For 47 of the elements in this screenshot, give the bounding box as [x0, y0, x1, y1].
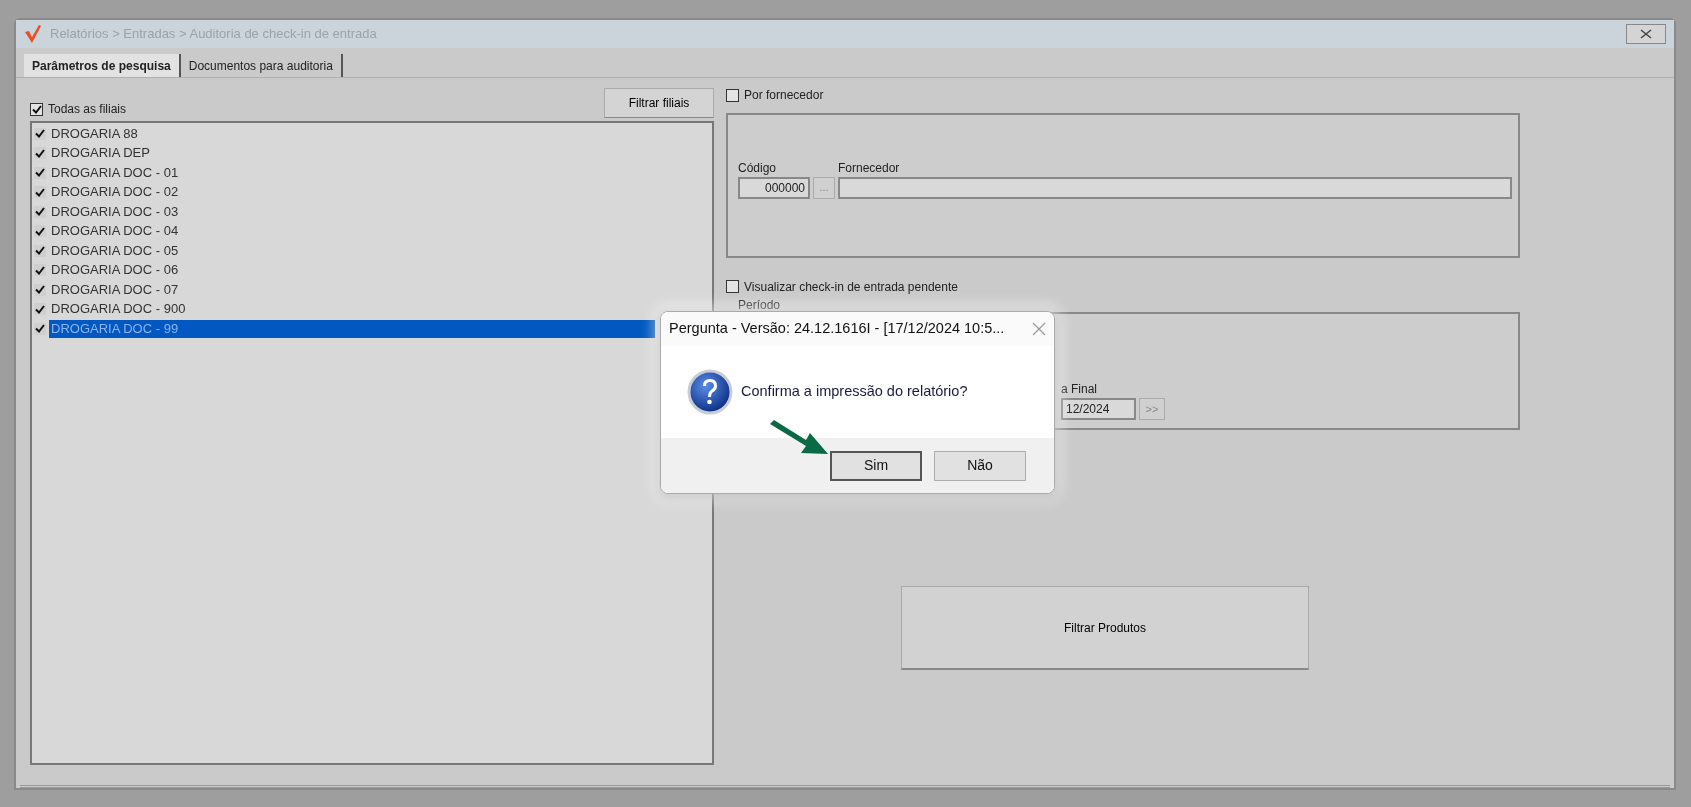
checkbox-label: Visualizar check-in de entrada pendente [744, 278, 958, 296]
supplier-field[interactable] [838, 176, 1512, 199]
dialog-button[interactable]: Não [934, 450, 1026, 481]
list-item[interactable]: DROGARIA 88 [49, 124, 655, 143]
code-field[interactable]: 000000 [738, 176, 810, 199]
field-label: Fornecedor [838, 159, 901, 177]
tab[interactable]: Documentos para auditoria [180, 54, 343, 77]
checkbox[interactable] [34, 264, 46, 277]
list-item[interactable]: DROGARIA DOC - 07 [49, 280, 655, 299]
checkbox[interactable] [34, 205, 46, 218]
close-button[interactable] [1626, 24, 1666, 44]
group-title: Período [736, 298, 783, 312]
checkbox[interactable] [34, 186, 46, 199]
checkbox[interactable] [34, 147, 46, 160]
checkbox-label: Todas as filiais [48, 101, 127, 118]
list-item[interactable]: DROGARIA DOC - 06 [49, 261, 655, 280]
field-label: Código [738, 159, 778, 177]
dialog-title: Pergunta - Versão: 24.12.1616I - [17/12/2024 10:5... [669, 319, 1005, 339]
list-item[interactable]: DROGARIA DOC - 03 [49, 202, 655, 221]
checkbox[interactable] [34, 166, 46, 179]
logo-icon [24, 24, 42, 44]
close-icon[interactable] [1032, 322, 1046, 336]
list-item[interactable]: DROGARIA DOC - 04 [49, 222, 655, 241]
list-item[interactable]: DROGARIA DEP [49, 144, 655, 163]
field-label: a Final [1061, 381, 1099, 398]
checkbox[interactable] [726, 88, 739, 102]
filter-products-button[interactable]: Filtrar Produtos [901, 586, 1309, 670]
close-icon [1640, 29, 1652, 39]
checkbox-label: Por fornecedor [744, 87, 824, 104]
checkbox[interactable] [34, 127, 46, 140]
list-item[interactable]: DROGARIA DOC - 900 [49, 300, 655, 319]
list-item[interactable]: DROGARIA DOC - 02 [49, 183, 655, 202]
end-date-field[interactable]: 12/2024 [1061, 398, 1136, 420]
list-item[interactable]: DROGARIA DOC - 01 [49, 163, 655, 182]
dialog-message: Confirma a impressão do relatório? [741, 382, 968, 402]
checkbox[interactable] [30, 102, 43, 116]
checkbox[interactable] [34, 303, 46, 316]
checkbox[interactable] [726, 280, 739, 293]
list-item[interactable]: DROGARIA DOC - 05 [49, 241, 655, 260]
checkbox[interactable] [34, 225, 46, 238]
tab[interactable]: Parâmetros de pesquisa [24, 54, 181, 77]
checkbox[interactable] [34, 322, 46, 335]
checkbox[interactable] [34, 244, 46, 257]
filter-branches-button[interactable]: Filtrar filiais [604, 88, 714, 118]
checkbox[interactable] [34, 283, 46, 296]
question-icon [687, 369, 733, 415]
dialog-button[interactable]: Sim [830, 450, 922, 481]
